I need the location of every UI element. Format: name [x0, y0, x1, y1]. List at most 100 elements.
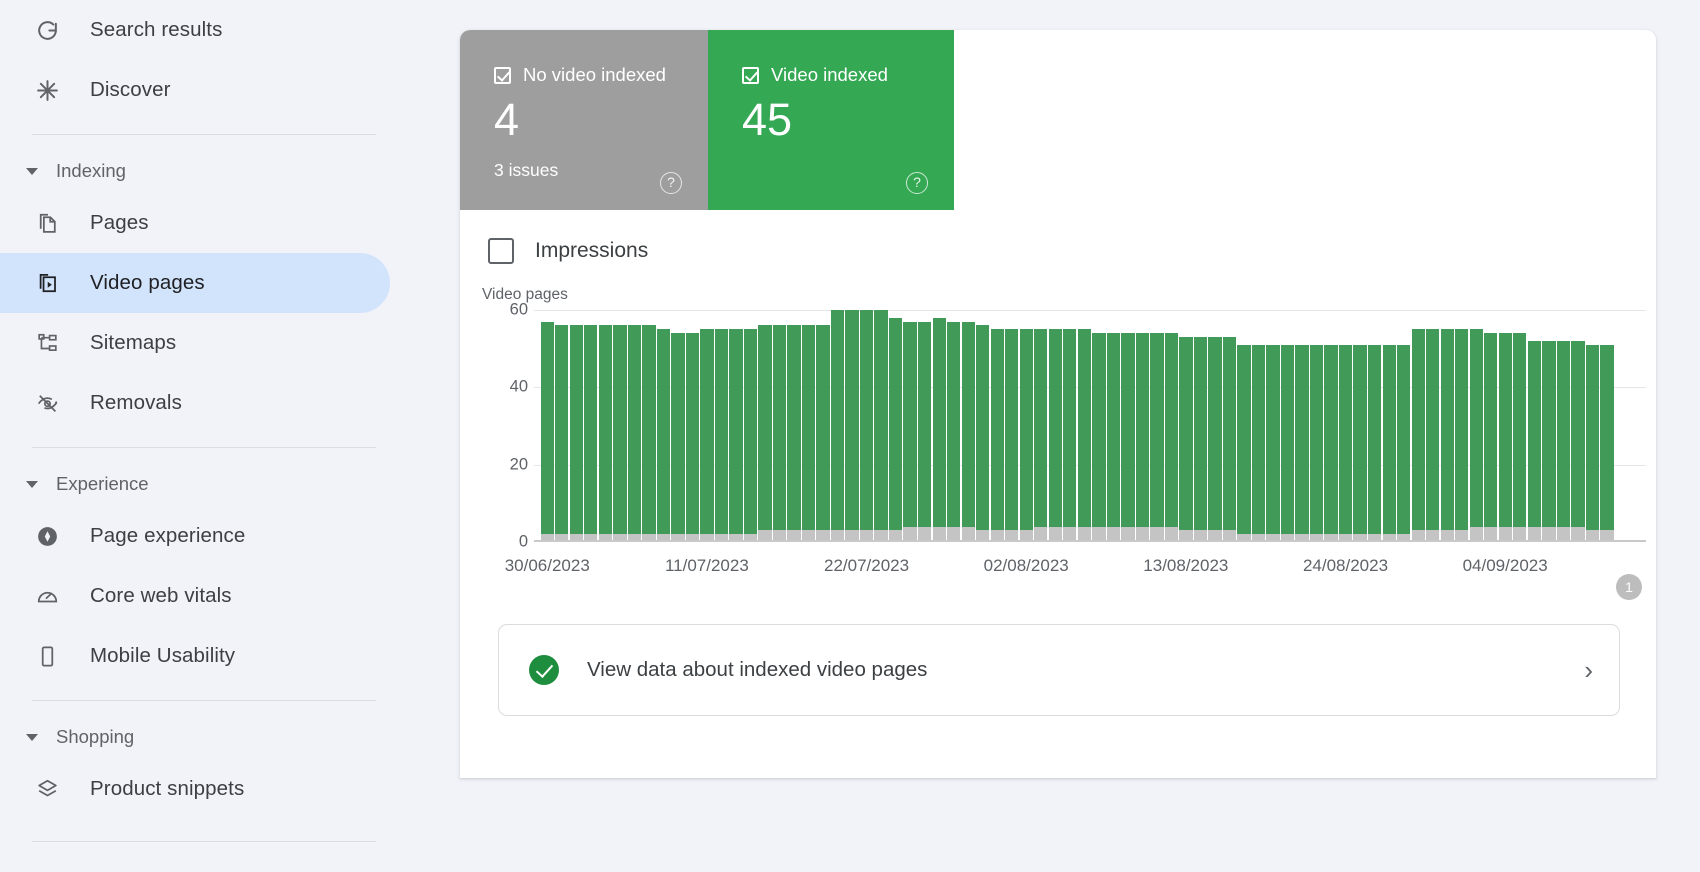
chart-bar[interactable] [772, 310, 787, 542]
chart-bar[interactable] [1106, 310, 1121, 542]
chart-bar[interactable] [903, 310, 918, 542]
chart-bar[interactable] [946, 310, 961, 542]
chart-bar[interactable] [685, 310, 700, 542]
chart-bar[interactable] [1135, 310, 1150, 542]
sidebar-group-header-indexing[interactable]: Indexing [0, 149, 408, 193]
chart-bar[interactable] [1005, 310, 1020, 542]
sidebar-item-video-pages[interactable]: Video pages [0, 253, 390, 313]
help-icon[interactable]: ? [906, 172, 928, 194]
chart-bar[interactable] [1150, 310, 1165, 542]
chart-bar[interactable] [932, 310, 947, 542]
chart-bar[interactable] [729, 310, 744, 542]
chart-bar[interactable] [569, 310, 584, 542]
chart-bar[interactable] [1454, 310, 1469, 542]
chart-bar[interactable] [613, 310, 628, 542]
chart-bar[interactable] [1527, 310, 1542, 542]
sidebar-group-header-shopping[interactable]: Shopping [0, 715, 408, 759]
chart-bar[interactable] [1092, 310, 1107, 542]
chart-bar[interactable] [1309, 310, 1324, 542]
chart-bar[interactable] [758, 310, 773, 542]
chart-bar[interactable] [787, 310, 802, 542]
chart-bar[interactable] [1251, 310, 1266, 542]
chart-bar[interactable] [1034, 310, 1049, 542]
chart-annotation-badge[interactable]: 1 [1616, 574, 1642, 600]
status-tile-video-indexed[interactable]: Video indexed 45 ? [708, 30, 954, 210]
chart-bar[interactable] [1280, 310, 1295, 542]
chart-bar[interactable] [990, 310, 1005, 542]
chart-bar[interactable] [1179, 310, 1194, 542]
chart-bar[interactable] [1411, 310, 1426, 542]
checkbox-checked-icon[interactable] [742, 66, 759, 84]
chart-bar[interactable] [1353, 310, 1368, 542]
chart-bar[interactable] [700, 310, 715, 542]
chart-bar[interactable] [1484, 310, 1499, 542]
chart-bar[interactable] [1324, 310, 1339, 542]
chart-bar[interactable] [584, 310, 599, 542]
chart-bar[interactable] [540, 310, 555, 542]
chart-bar[interactable] [801, 310, 816, 542]
chart-bar[interactable] [845, 310, 860, 542]
chart-bar[interactable] [642, 310, 657, 542]
chart-bar[interactable] [627, 310, 642, 542]
sidebar-item-product-snippets[interactable]: Product snippets [0, 759, 390, 819]
sidebar-item-sitemaps[interactable]: Sitemaps [0, 313, 390, 373]
chart-bar[interactable] [1396, 310, 1411, 542]
chart-bar[interactable] [1556, 310, 1571, 542]
chart-bar[interactable] [1077, 310, 1092, 542]
chart-bar[interactable] [1440, 310, 1455, 542]
chart-bar[interactable] [1193, 310, 1208, 542]
chart-bar[interactable] [1237, 310, 1252, 542]
sidebar-group-header-experience[interactable]: Experience [0, 462, 408, 506]
chart-bar[interactable] [1208, 310, 1223, 542]
chart-bar[interactable] [859, 310, 874, 542]
sidebar-item-mobile-usability[interactable]: Mobile Usability [0, 626, 390, 686]
chart-bar[interactable] [961, 310, 976, 542]
chart-bar[interactable] [1498, 310, 1513, 542]
sidebar-item-core-web-vitals[interactable]: Core web vitals [0, 566, 390, 626]
chart-bar[interactable] [1019, 310, 1034, 542]
sidebar-item-search-results[interactable]: Search results [0, 0, 390, 60]
chart-bar[interactable] [1367, 310, 1382, 542]
chart-bar[interactable] [743, 310, 758, 542]
chart-bar-segment-video-indexed [1280, 344, 1295, 535]
chart-bar[interactable] [1338, 310, 1353, 542]
chart-bar[interactable] [874, 310, 889, 542]
sidebar-item-discover[interactable]: Discover [0, 60, 390, 120]
chart-bar[interactable] [598, 310, 613, 542]
chart-bar[interactable] [1513, 310, 1528, 542]
chart-bar[interactable] [656, 310, 671, 542]
help-icon[interactable]: ? [660, 172, 682, 194]
chart-bar[interactable] [1425, 310, 1440, 542]
chart-bar[interactable] [1121, 310, 1136, 542]
chart-bar[interactable] [671, 310, 686, 542]
sidebar-item-pages[interactable]: Pages [0, 193, 390, 253]
scrollbar-track[interactable] [1694, 0, 1700, 872]
sidebar-item-removals[interactable]: Removals [0, 373, 390, 433]
chart-bar[interactable] [1600, 310, 1615, 542]
chart-bar[interactable] [1048, 310, 1063, 542]
chart-bar[interactable] [1542, 310, 1557, 542]
status-tile-no-video-indexed[interactable]: No video indexed 4 3 issues ? [460, 30, 708, 210]
chart-bar[interactable] [1222, 310, 1237, 542]
chart-bar[interactable] [888, 310, 903, 542]
chart-bar[interactable] [1571, 310, 1586, 542]
chevron-right-icon[interactable]: › [1584, 657, 1593, 683]
chart-bar[interactable] [1063, 310, 1078, 542]
chart-bar[interactable] [1585, 310, 1600, 542]
checkbox-checked-icon[interactable] [494, 66, 511, 84]
chart-bar[interactable] [1266, 310, 1281, 542]
checkbox-unchecked-icon[interactable] [488, 238, 514, 264]
chart-bar[interactable] [555, 310, 570, 542]
chart-bar[interactable] [1469, 310, 1484, 542]
chart-bar[interactable] [917, 310, 932, 542]
chart-bar[interactable] [1164, 310, 1179, 542]
view-indexed-video-pages-banner[interactable]: View data about indexed video pages › [498, 624, 1620, 716]
chart-bar[interactable] [975, 310, 990, 542]
chart-bar[interactable] [714, 310, 729, 542]
chart-bar[interactable] [830, 310, 845, 542]
sidebar-item-page-experience[interactable]: Page experience [0, 506, 390, 566]
chart-bar[interactable] [1382, 310, 1397, 542]
chart-bar[interactable] [1295, 310, 1310, 542]
chart-bar[interactable] [816, 310, 831, 542]
impressions-toggle[interactable]: Impressions [460, 210, 1656, 264]
